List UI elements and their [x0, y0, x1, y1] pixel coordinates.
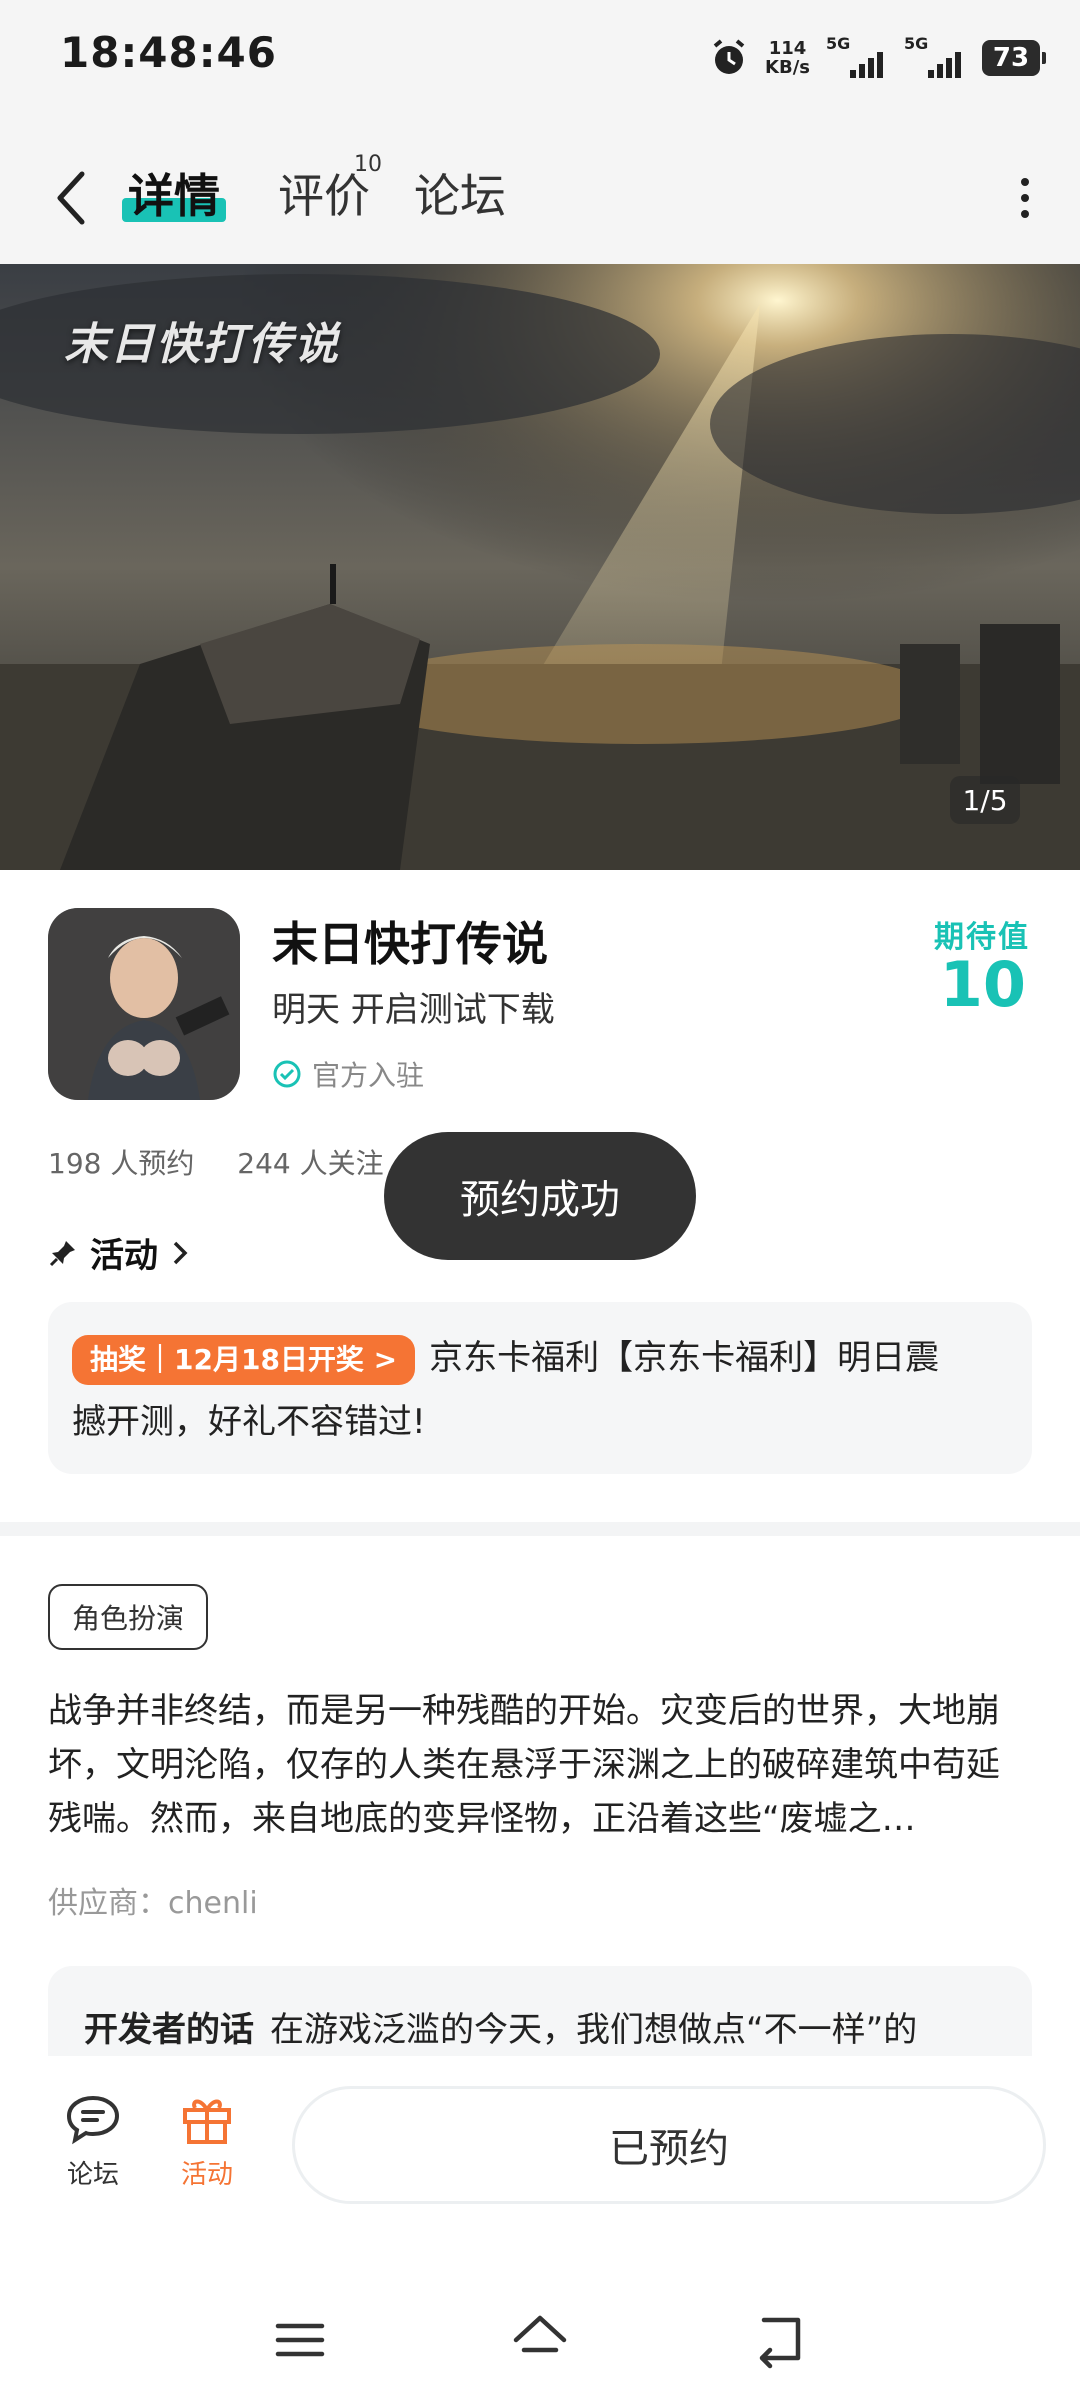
system-nav-bar	[0, 2270, 1080, 2400]
signal-1-label: 5G	[826, 34, 851, 53]
activity-content: 抽奖｜12月18日开奖 > 京东卡福利【京东卡福利】明日震撼开测，好礼不容错过!	[72, 1326, 972, 1454]
tab-details[interactable]: 详情	[128, 160, 220, 226]
signal-2-icon: 5G	[904, 34, 966, 78]
game-banner[interactable]: 末日快打传说 1/5	[0, 264, 1080, 870]
official-label: 官方入驻	[312, 1059, 425, 1092]
network-speed-value: 114	[768, 38, 807, 59]
back-arrow-icon[interactable]	[52, 168, 92, 228]
activity-label: 活动	[180, 2160, 233, 2190]
developer-note-text: 在游戏泛滥的今天，我们想做点“不一样”的	[270, 2010, 918, 2050]
forum-chat-icon	[66, 2095, 120, 2145]
genre-tag[interactable]: 角色扮演	[48, 1584, 209, 1650]
alarm-icon	[713, 39, 745, 74]
battery-icon: 73	[982, 40, 1046, 76]
forum-label: 论坛	[66, 2160, 119, 2190]
game-description[interactable]: 战争并非终结，而是另一种残酷的开始。灾变后的世界，大地崩坏，文明沦陷，仅存的人类…	[48, 1684, 1032, 1846]
menu-icon[interactable]	[270, 2310, 330, 2370]
developer-note-title: 开发者的话	[84, 2010, 254, 2050]
more-options-icon[interactable]	[1010, 174, 1040, 222]
tab-forum[interactable]: 论坛	[414, 160, 506, 226]
signal-2-label: 5G	[904, 34, 929, 53]
game-release-info: 明天 开启测试下载	[272, 990, 555, 1030]
top-nav: 详情 评价 10 论坛	[0, 118, 1080, 264]
status-bar: 18:48:46 114 KB/s 5G 5G 73	[0, 0, 1080, 118]
supplier-info: 供应商：chenli	[48, 1886, 258, 1921]
banner-game-logo: 末日快打传说	[64, 319, 340, 370]
verified-check-icon	[273, 1060, 301, 1088]
expectation-value: 10	[939, 948, 1026, 1021]
game-stats: 198 人预约 244 人关注	[48, 1142, 418, 1182]
activity-card[interactable]: 抽奖｜12月18日开奖 > 京东卡福利【京东卡福利】明日震撼开测，好礼不容错过!	[48, 1302, 1032, 1474]
activity-header[interactable]: 活动	[48, 1228, 190, 1277]
game-app-icon	[48, 908, 240, 1100]
pin-icon	[49, 1240, 75, 1266]
reservation-success-toast: 预约成功	[384, 1132, 696, 1260]
home-icon[interactable]	[510, 2310, 570, 2370]
status-time: 18:48:46	[60, 28, 277, 77]
reserved-button[interactable]: 已预约	[292, 2086, 1046, 2204]
signal-1-icon: 5G	[826, 34, 888, 78]
gift-icon	[183, 2099, 231, 2144]
lottery-tag: 抽奖｜12月18日开奖 >	[72, 1334, 416, 1385]
activity-header-label: 活动	[90, 1236, 158, 1276]
back-icon[interactable]	[750, 2310, 810, 2370]
forum-button[interactable]: 论坛	[38, 2092, 148, 2191]
reservation-count: 198 人预约	[48, 1147, 195, 1180]
chevron-right-icon	[173, 1241, 188, 1264]
section-divider	[0, 1522, 1080, 1536]
review-count-badge: 10	[354, 152, 382, 177]
developer-note: 开发者的话 在游戏泛滥的今天，我们想做点“不一样”的	[84, 2002, 917, 2051]
game-title: 末日快打传说	[272, 917, 548, 971]
status-icons: 114 KB/s 5G 5G 73	[709, 30, 1046, 86]
network-speed: 114 KB/s	[765, 39, 810, 77]
bottom-action-bar: 论坛 活动 已预约	[0, 2056, 1080, 2228]
follower-count: 244 人关注	[237, 1147, 384, 1180]
network-speed-unit: KB/s	[765, 57, 810, 78]
official-verified: 官方入驻	[272, 1054, 424, 1094]
banner-page-counter: 1/5	[950, 776, 1020, 824]
activity-button[interactable]: 活动	[152, 2092, 262, 2191]
